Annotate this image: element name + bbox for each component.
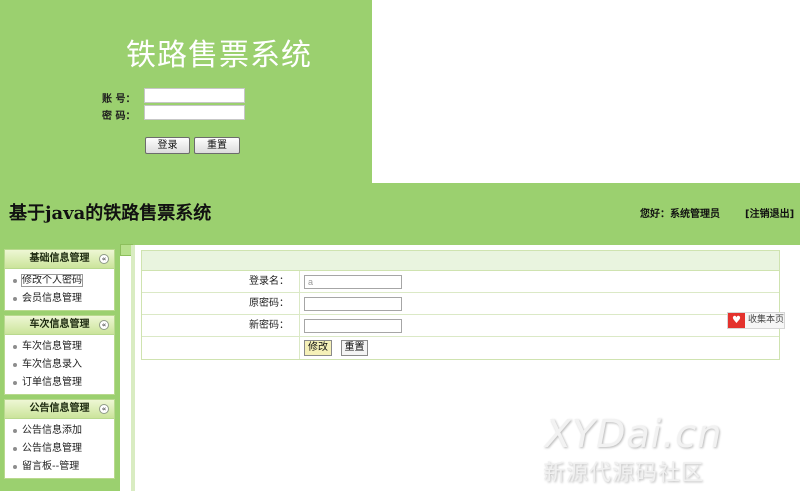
bookmark-badge[interactable]: ♥ 收集本页: [727, 312, 785, 329]
new-password-field[interactable]: [304, 319, 402, 333]
account-label: 账 号：: [102, 94, 136, 105]
form-row-old-password: 原密码：: [142, 293, 779, 315]
sidebar-item-label: 会员信息管理: [22, 293, 82, 304]
sidebar-item-label: 车次信息录入: [22, 359, 82, 370]
app-title: 基于java的铁路售票系统: [9, 203, 212, 224]
actions-spacer: [142, 337, 300, 359]
bullet-icon: [13, 465, 17, 469]
reset-button[interactable]: 重置: [194, 137, 240, 154]
menu-group-notice-info: 公告信息管理 « 公告信息添加 公告信息管理 留言板--管理: [4, 399, 115, 479]
collapse-icon[interactable]: «: [99, 320, 109, 330]
sidebar-item-notice-management[interactable]: 公告信息管理: [5, 440, 114, 458]
sidebar-item-label: 公告信息管理: [22, 443, 82, 454]
login-panel: 铁路售票系统 账 号： 密 码： 登录 重置: [0, 0, 372, 183]
password-label: 密 码：: [102, 111, 136, 122]
bullet-icon: [13, 363, 17, 367]
bullet-icon: [13, 381, 17, 385]
menu-group-title: 车次信息管理: [29, 319, 90, 330]
sidebar-item-change-password[interactable]: 修改个人密码: [5, 272, 114, 290]
sidebar-item-order-management[interactable]: 订单信息管理: [5, 374, 114, 392]
menu-group-title: 基础信息管理: [29, 253, 90, 264]
sidebar-item-label: 车次信息管理: [22, 341, 82, 352]
submit-change-button[interactable]: 修改: [304, 340, 332, 356]
app-header: 基于java的铁路售票系统 您好：系统管理员 [注销退出]: [0, 183, 800, 245]
bullet-icon: [13, 279, 17, 283]
menu-group-basic-info: 基础信息管理 « 修改个人密码 会员信息管理: [4, 249, 115, 311]
screenshot-canvas: 铁路售票系统 账 号： 密 码： 登录 重置 基于java的铁路售票系统 您好：…: [0, 0, 800, 491]
sidebar-item-train-management[interactable]: 车次信息管理: [5, 338, 114, 356]
logout-link[interactable]: [注销退出]: [745, 205, 794, 220]
sidebar-item-message-board[interactable]: 留言板--管理: [5, 458, 114, 476]
heart-icon: ♥: [728, 313, 745, 328]
menu-group-header[interactable]: 基础信息管理 «: [5, 250, 114, 269]
new-password-label: 新密码：: [142, 315, 300, 336]
bullet-icon: [13, 429, 17, 433]
login-name-label: 登录名：: [142, 271, 300, 292]
collapse-icon[interactable]: «: [99, 404, 109, 414]
sidebar-item-label: 留言板--管理: [22, 461, 80, 472]
watermark-logo: XYDai.cn: [545, 412, 723, 456]
bullet-icon: [13, 447, 17, 451]
form-reset-button[interactable]: 重置: [341, 340, 368, 356]
old-password-label: 原密码：: [142, 293, 300, 314]
form-row-actions: 修改 重置: [142, 337, 779, 359]
bookmark-label: 收集本页: [748, 315, 785, 325]
form-header-bar: [142, 251, 779, 271]
form-row-login-name: 登录名：: [142, 271, 779, 293]
user-greeting: 您好：系统管理员: [640, 209, 720, 220]
menu-group-header[interactable]: 车次信息管理 «: [5, 316, 114, 335]
sidebar-item-label: 公告信息添加: [22, 425, 82, 436]
menu-group-header[interactable]: 公告信息管理 «: [5, 400, 114, 419]
menu-group-train-info: 车次信息管理 « 车次信息管理 车次信息录入 订单信息管理: [4, 315, 115, 395]
form-row-new-password: 新密码：: [142, 315, 779, 337]
change-password-form: 登录名： 原密码： 新密码： 修改 重置: [141, 250, 780, 360]
sidebar-item-label: 订单信息管理: [22, 377, 82, 388]
old-password-field[interactable]: [304, 297, 402, 311]
menu-group-title: 公告信息管理: [29, 403, 90, 414]
bullet-icon: [13, 345, 17, 349]
login-title: 铁路售票系统: [126, 38, 312, 73]
watermark-subtitle: 新源代源码社区: [543, 461, 705, 486]
sidebar-item-notice-add[interactable]: 公告信息添加: [5, 422, 114, 440]
bullet-icon: [13, 297, 17, 301]
sidebar-item-label: 修改个人密码: [21, 274, 83, 287]
password-input[interactable]: [144, 105, 245, 120]
sidebar-item-member-info[interactable]: 会员信息管理: [5, 290, 114, 308]
account-input[interactable]: [144, 88, 245, 103]
collapse-icon[interactable]: «: [99, 254, 109, 264]
login-button[interactable]: 登录: [145, 137, 190, 154]
login-name-field[interactable]: [304, 275, 402, 289]
sidebar-item-train-entry[interactable]: 车次信息录入: [5, 356, 114, 374]
